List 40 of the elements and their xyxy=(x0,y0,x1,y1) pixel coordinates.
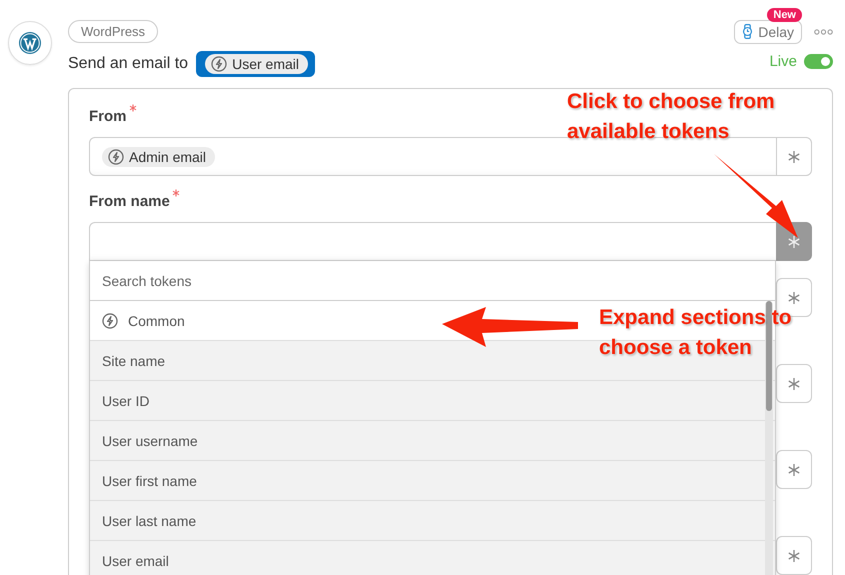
token-item[interactable]: User username xyxy=(102,432,198,448)
token-picker-button[interactable] xyxy=(776,450,812,489)
annotation-text: Expand sections to choose a token xyxy=(599,305,793,361)
token-picker-button[interactable] xyxy=(776,222,812,261)
token-chip: Admin email xyxy=(102,146,216,166)
token-item[interactable]: User last name xyxy=(102,512,196,528)
asterisk-icon xyxy=(787,234,801,248)
token-picker-button[interactable] xyxy=(776,536,812,575)
field-label: From xyxy=(89,108,136,125)
text-field[interactable]: Admin email xyxy=(89,137,776,176)
asterisk-icon xyxy=(787,548,801,562)
watch-icon xyxy=(742,24,754,39)
bolt-icon xyxy=(211,56,228,72)
asterisk-icon xyxy=(787,150,801,164)
token-picker-button[interactable] xyxy=(776,137,812,176)
search-field[interactable]: Search tokens xyxy=(90,261,775,301)
token-item[interactable]: User first name xyxy=(102,472,197,488)
token-picker-button[interactable] xyxy=(776,364,812,403)
app-tag: WordPress xyxy=(68,20,158,43)
token-section[interactable]: Common xyxy=(128,312,185,328)
token-chip: User email xyxy=(205,54,308,74)
wordpress-logo-icon xyxy=(8,21,52,65)
delay-button[interactable]: Delay xyxy=(734,20,802,44)
text-field[interactable] xyxy=(89,222,776,261)
bolt-icon xyxy=(108,148,124,164)
asterisk-icon xyxy=(787,462,801,476)
token-item[interactable]: User ID xyxy=(102,392,150,408)
asterisk-icon xyxy=(787,376,801,390)
asterisk-icon xyxy=(787,290,801,304)
more-options-icon[interactable] xyxy=(814,28,833,34)
token-item[interactable]: User email xyxy=(102,552,169,568)
token-item[interactable]: Site name xyxy=(102,352,166,368)
field-label: From name xyxy=(89,193,180,210)
action-text: Send an email to xyxy=(68,55,188,73)
recipient-token-field[interactable]: User email xyxy=(196,51,315,77)
live-toggle[interactable] xyxy=(804,54,833,69)
scrollbar[interactable] xyxy=(765,301,773,575)
bolt-icon xyxy=(102,312,118,328)
live-label: Live xyxy=(769,53,797,70)
new-badge: New xyxy=(767,8,802,22)
